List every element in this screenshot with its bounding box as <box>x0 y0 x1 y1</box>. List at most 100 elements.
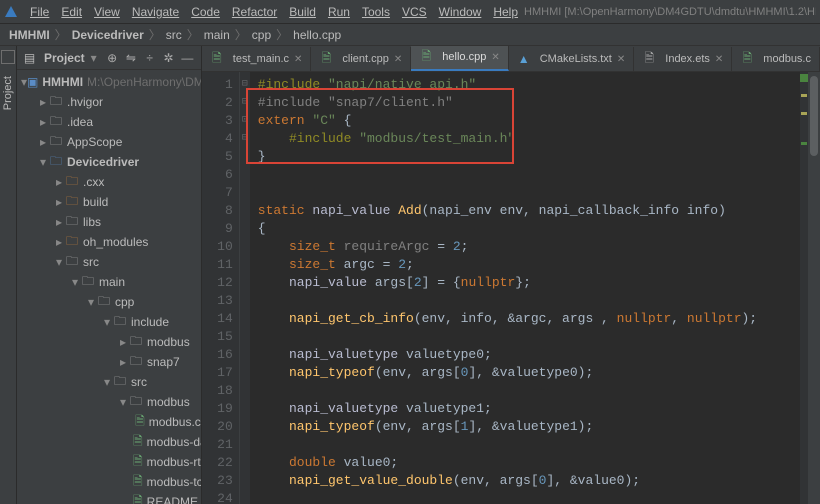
tree-modbus-c[interactable]: 🗎modbus.c <box>17 412 201 432</box>
project-view-dropdown-icon[interactable]: ▾ <box>91 51 97 65</box>
c-file-icon: 🗎 <box>740 52 754 66</box>
line-gutter: 1234567891011121314151617181920212223242… <box>202 72 240 504</box>
close-icon[interactable]: ✕ <box>491 52 499 63</box>
menu-tools[interactable]: Tools <box>356 5 396 19</box>
close-icon[interactable]: ✕ <box>715 54 723 65</box>
inspection-status-icon[interactable] <box>800 74 808 82</box>
tree-inc-modbus[interactable]: ▸🗀modbus <box>17 332 201 352</box>
menu-code[interactable]: Code <box>185 5 226 19</box>
md-file-icon: 🗎 <box>133 495 143 504</box>
tree-include[interactable]: ▾🗀include <box>17 312 201 332</box>
tab-cmakelists[interactable]: ▲CMakeLists.txt✕ <box>509 47 635 71</box>
folder-icon: 🗀 <box>65 175 79 189</box>
menu-help[interactable]: Help <box>487 5 524 19</box>
folder-icon: 🗀 <box>65 215 79 229</box>
tab-test-main[interactable]: 🗎test_main.c✕ <box>202 47 312 71</box>
code-editor[interactable]: 1234567891011121314151617181920212223242… <box>202 72 820 504</box>
folder-icon: 🗀 <box>49 95 63 109</box>
tree-libs[interactable]: ▸🗀libs <box>17 212 201 232</box>
project-tree[interactable]: ▾▣HMHMIM:\OpenHarmony\DM4GDTU\dmdtu\HMH … <box>17 70 201 504</box>
tree-modbus-data[interactable]: 🗎modbus-data.c <box>17 432 201 452</box>
collapse-all-icon[interactable]: ÷ <box>142 50 157 66</box>
menu-edit[interactable]: Edit <box>55 5 88 19</box>
c-file-icon: 🗎 <box>133 455 143 469</box>
close-icon[interactable]: ✕ <box>294 54 302 65</box>
scrollbar-thumb[interactable] <box>810 76 818 156</box>
tree-modbus-tcp[interactable]: 🗎modbus-tcp.c <box>17 472 201 492</box>
close-icon[interactable]: ✕ <box>617 54 625 65</box>
app-logo-icon <box>4 4 18 20</box>
c-file-icon: 🗎 <box>419 50 433 64</box>
folder-icon: 🗀 <box>81 275 95 289</box>
project-icon: ▣ <box>27 75 38 89</box>
left-tool-strip: Project <box>0 46 17 504</box>
menu-file[interactable]: File <box>24 5 55 19</box>
select-opened-file-icon[interactable]: ⊕ <box>105 50 120 66</box>
tree-ohmodules[interactable]: ▸🗀oh_modules <box>17 232 201 252</box>
tree-src-modbus[interactable]: ▾🗀modbus <box>17 392 201 412</box>
c-file-icon: 🗎 <box>210 52 224 66</box>
menu-bar: File Edit View Navigate Code Refactor Bu… <box>0 0 820 24</box>
editor-area: 🗎test_main.c✕ 🗎client.cpp✕ 🗎hello.cpp✕ ▲… <box>202 46 820 504</box>
tree-srcdir[interactable]: ▾🗀src <box>17 372 201 392</box>
fold-column[interactable]: ⊟⊟⊡⊟ <box>240 72 250 504</box>
tab-client-cpp[interactable]: 🗎client.cpp✕ <box>311 47 411 71</box>
menu-window[interactable]: Window <box>433 5 488 19</box>
folder-icon: 🗀 <box>113 375 127 389</box>
tab-modbus-c[interactable]: 🗎modbus.c <box>732 47 820 71</box>
project-view-label[interactable]: Project <box>44 51 85 65</box>
tree-cpp[interactable]: ▾🗀cpp <box>17 292 201 312</box>
crumb-root[interactable]: HMHMI <box>6 28 53 42</box>
folder-icon: 🗀 <box>129 355 143 369</box>
tree-readme[interactable]: 🗎README.md <box>17 492 201 504</box>
tree-modbus-rtu[interactable]: 🗎modbus-rtu.c <box>17 452 201 472</box>
tree-appscope[interactable]: ▸🗀AppScope <box>17 132 201 152</box>
tab-index-ets[interactable]: 🗎Index.ets✕ <box>634 47 732 71</box>
code-content[interactable]: #include "napi/native_api.h" #include "s… <box>250 72 800 504</box>
c-file-icon: 🗎 <box>133 435 143 449</box>
expand-all-icon[interactable]: ⇋ <box>124 50 139 66</box>
folder-icon: 🗀 <box>129 395 143 409</box>
close-icon[interactable]: ✕ <box>394 54 402 65</box>
marker-stripe[interactable] <box>800 72 808 504</box>
tree-main[interactable]: ▾🗀main <box>17 272 201 292</box>
tree-root[interactable]: ▾▣HMHMIM:\OpenHarmony\DM4GDTU\dmdtu\HMH <box>17 72 201 92</box>
project-view-icon: ▤ <box>23 51 36 65</box>
folder-icon: 🗀 <box>65 235 79 249</box>
settings-icon[interactable]: ✲ <box>161 50 176 66</box>
tree-src[interactable]: ▾🗀src <box>17 252 201 272</box>
tree-devicedriver[interactable]: ▾🗀Devicedriver <box>17 152 201 172</box>
menu-view[interactable]: View <box>88 5 126 19</box>
menu-refactor[interactable]: Refactor <box>226 5 283 19</box>
crumb-cpp[interactable]: cpp <box>249 28 274 42</box>
tree-idea[interactable]: ▸🗀.idea <box>17 112 201 132</box>
module-folder-icon: 🗀 <box>49 155 63 169</box>
project-tool-tab[interactable]: Project <box>0 72 16 114</box>
folder-icon: 🗀 <box>65 195 79 209</box>
crumb-main[interactable]: main <box>201 28 233 42</box>
hide-icon[interactable]: — <box>180 50 195 66</box>
tree-hvigor[interactable]: ▸🗀.hvigor <box>17 92 201 112</box>
menu-run[interactable]: Run <box>322 5 356 19</box>
menu-build[interactable]: Build <box>283 5 322 19</box>
tree-cxx[interactable]: ▸🗀.cxx <box>17 172 201 192</box>
window-title: HMHMI [M:\OpenHarmony\DM4GDTU\dmdtu\HMHM… <box>524 6 816 18</box>
crumb-devicedriver[interactable]: Devicedriver <box>69 28 147 42</box>
c-file-icon: 🗎 <box>135 415 145 429</box>
crumb-file[interactable]: hello.cpp <box>290 28 344 42</box>
vertical-scrollbar[interactable] <box>808 72 820 504</box>
c-file-icon: 🗎 <box>133 475 143 489</box>
folder-icon: 🗀 <box>49 115 63 129</box>
menu-vcs[interactable]: VCS <box>396 5 433 19</box>
folder-icon: 🗀 <box>97 295 111 309</box>
project-tool-icon[interactable] <box>1 50 15 64</box>
folder-icon: 🗀 <box>129 335 143 349</box>
project-sidebar: ▤ Project ▾ ⊕ ⇋ ÷ ✲ — ▾▣HMHMIM:\OpenHarm… <box>17 46 202 504</box>
tab-hello-cpp[interactable]: 🗎hello.cpp✕ <box>411 46 508 71</box>
menu-navigate[interactable]: Navigate <box>126 5 185 19</box>
crumb-src[interactable]: src <box>163 28 185 42</box>
tree-inc-snap7[interactable]: ▸🗀snap7 <box>17 352 201 372</box>
editor-tabs: 🗎test_main.c✕ 🗎client.cpp✕ 🗎hello.cpp✕ ▲… <box>202 46 820 72</box>
folder-icon: 🗀 <box>49 135 63 149</box>
tree-build[interactable]: ▸🗀build <box>17 192 201 212</box>
